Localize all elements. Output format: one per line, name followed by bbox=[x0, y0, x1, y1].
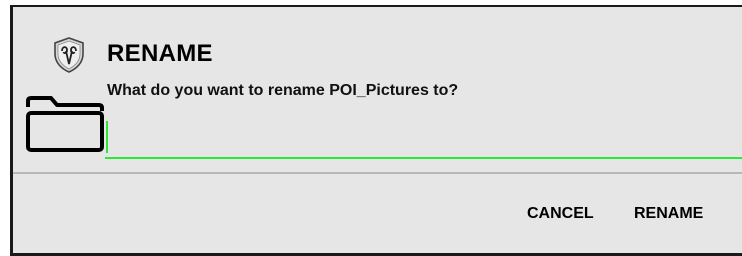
dialog-prompt: What do you want to rename POI_Pictures … bbox=[107, 82, 459, 99]
dialog-divider bbox=[13, 172, 742, 174]
dialog-title: RENAME bbox=[107, 40, 213, 67]
rename-button[interactable]: RENAME bbox=[630, 203, 707, 225]
rename-dialog: RENAME What do you want to rename POI_Pi… bbox=[10, 5, 742, 256]
rename-input[interactable] bbox=[105, 117, 742, 159]
folder-icon bbox=[25, 95, 105, 153]
cancel-button[interactable]: CANCEL bbox=[523, 203, 598, 225]
ram-shield-icon bbox=[53, 37, 85, 73]
text-cursor bbox=[106, 121, 108, 153]
